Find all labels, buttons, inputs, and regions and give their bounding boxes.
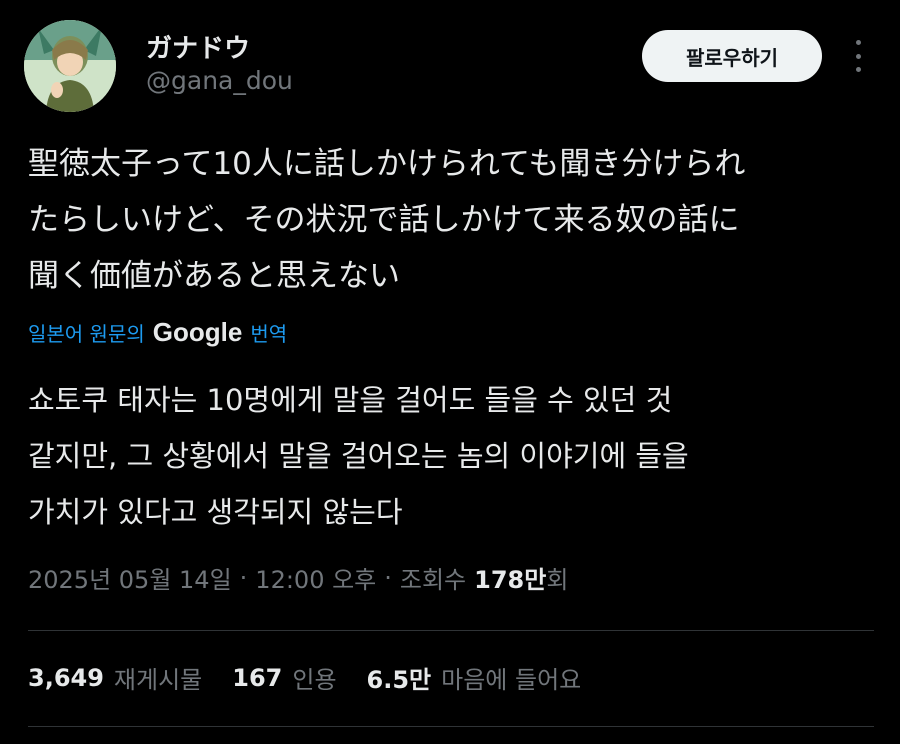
avatar-image xyxy=(24,20,116,112)
quotes-stat[interactable]: 167 인용 xyxy=(232,660,336,695)
more-vertical-icon[interactable] xyxy=(846,38,870,74)
follow-button[interactable]: 팔로우하기 xyxy=(642,30,822,82)
meta-separator: · xyxy=(239,563,248,592)
quotes-count: 167 xyxy=(232,663,283,692)
views-label: 조회수 xyxy=(399,566,467,594)
translated-text: 쇼토쿠 태자는 10명에게 말을 걸어도 들을 수 있던 것 같지만, 그 상황… xyxy=(28,383,689,529)
divider xyxy=(28,726,874,727)
reposts-stat[interactable]: 3,649 재게시물 xyxy=(28,660,202,695)
translation-source-label: 일본어 원문의 xyxy=(28,321,145,346)
author-display-name[interactable]: ガナドウ xyxy=(146,28,250,65)
engagement-stats: 3,649 재게시물 167 인용 6.5만 마음에 들어요 xyxy=(28,660,611,695)
google-logo: Google xyxy=(152,316,243,347)
tweet-date[interactable]: 2025년 05월 14일 xyxy=(28,560,232,595)
likes-stat[interactable]: 6.5만 마음에 들어요 xyxy=(367,660,582,695)
meta-separator: · xyxy=(384,563,392,592)
tweet-time[interactable]: 12:00 오후 xyxy=(255,560,376,595)
quotes-label: 인용 xyxy=(292,666,337,694)
likes-label: 마음에 들어요 xyxy=(441,666,582,694)
reposts-label: 재게시물 xyxy=(113,666,203,694)
translation-link[interactable]: 번역 xyxy=(250,318,287,347)
avatar[interactable] xyxy=(24,20,116,112)
reposts-count: 3,649 xyxy=(28,663,104,692)
views-count: 178만 xyxy=(474,566,547,594)
tweet-meta: 2025년 05월 14일 · 12:00 오후 · 조회수 178만 회 xyxy=(28,560,568,595)
likes-count: 6.5만 xyxy=(366,666,432,694)
author-handle[interactable]: @gana_dou xyxy=(146,66,293,95)
translation-attribution: 일본어 원문의 Google 번역 xyxy=(28,314,287,350)
tweet-text: 聖徳太子って10人に話しかけられても聞き分けられ たらしいけど、その状況で話しか… xyxy=(28,146,746,294)
views-suffix: 회 xyxy=(546,566,569,594)
divider xyxy=(28,630,874,631)
